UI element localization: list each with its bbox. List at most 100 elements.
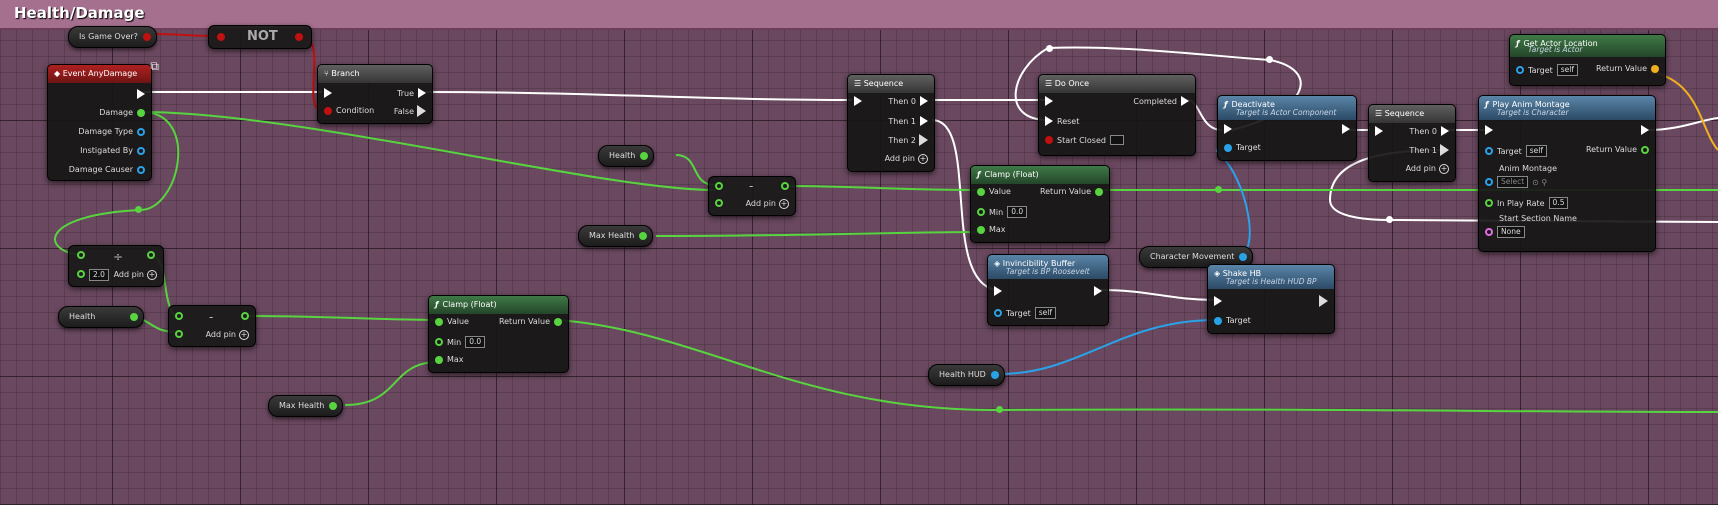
subtract-node-1[interactable]: - Add pin + <box>708 176 796 216</box>
play-rate-field[interactable]: 0.5 <box>1548 197 1569 209</box>
float-input-pin[interactable] <box>715 199 723 207</box>
condition-pin[interactable]: Condition <box>324 106 374 115</box>
invincibility-buffer-node[interactable]: ◈ Invincibility Buffer Target is BP Roose… <box>987 254 1109 326</box>
exec-input-pin[interactable] <box>1485 125 1493 135</box>
return-value-pin[interactable]: Return Value <box>1586 145 1649 154</box>
target-pin[interactable]: Target <box>1214 316 1251 325</box>
event-any-damage-node[interactable]: ◆ Event AnyDamage ⧉ Damage Damage Type I… <box>47 59 159 181</box>
exec-output-pin[interactable] <box>1094 286 1102 296</box>
anim-montage-pin[interactable]: Select ⊙ ⚲ <box>1485 176 1547 188</box>
float-output-pin[interactable] <box>640 152 649 160</box>
target-pin[interactable]: Target self <box>1485 145 1547 157</box>
max-health-getter-2[interactable]: Max Health <box>268 395 344 417</box>
target-pin[interactable]: Target self <box>1516 64 1578 76</box>
deactivate-node[interactable]: ƒ Deactivate Target is Actor Component Tar… <box>1217 95 1357 161</box>
reroute-node[interactable] <box>135 206 142 213</box>
sequence-node-2[interactable]: ☰ Sequence Then 0 Then 1 Add pin + <box>1368 104 1456 182</box>
browse-icon[interactable]: ⊙ ⚲ <box>1532 178 1547 187</box>
then-1-pin[interactable]: Then 1 <box>1409 144 1449 156</box>
float-input-pin[interactable] <box>175 330 183 338</box>
reroute-node[interactable] <box>996 406 1003 413</box>
reroute-node[interactable] <box>1215 186 1222 193</box>
damage-causer-pin[interactable]: Damage Causer <box>69 165 145 174</box>
false-output-pin[interactable]: False <box>394 105 426 117</box>
completed-pin[interactable]: Completed <box>1133 96 1189 106</box>
not-node[interactable]: NOT <box>208 25 312 49</box>
exec-output-pin[interactable] <box>1342 124 1350 134</box>
float-input-pin[interactable] <box>77 251 85 259</box>
exec-input-pin[interactable] <box>994 286 1002 296</box>
exec-output-pin[interactable] <box>137 89 145 99</box>
add-pin-button[interactable]: Add pin + <box>746 199 789 209</box>
is-game-over-getter[interactable]: Is Game Over? <box>68 26 157 48</box>
shake-hb-node[interactable]: ◈ Shake HB Target is Health HUD BP Target <box>1207 264 1335 334</box>
target-self-field[interactable]: self <box>1556 64 1578 76</box>
start-section-pin[interactable]: None <box>1485 226 1525 238</box>
return-value-pin[interactable]: Return Value <box>1596 64 1659 73</box>
reroute-node[interactable] <box>1046 45 1053 52</box>
start-section-field[interactable]: None <box>1497 226 1525 238</box>
exec-input-pin[interactable] <box>1375 126 1383 136</box>
damage-type-pin[interactable]: Damage Type <box>78 127 145 136</box>
blueprint-graph-canvas[interactable]: Health/Damage Is Game Over? NOT ◆ Event … <box>0 0 1718 505</box>
add-pin-button[interactable]: Add pin + <box>1406 164 1449 174</box>
then-2-pin[interactable]: Then 2 <box>888 134 928 146</box>
value-pin[interactable]: Value <box>977 187 1011 196</box>
health-hud-getter[interactable]: Health HUD <box>928 364 1005 386</box>
float-output-pin[interactable] <box>130 313 138 321</box>
then-1-pin[interactable]: Then 1 <box>888 116 928 126</box>
float-input-pin[interactable] <box>175 312 183 320</box>
float-output-pin[interactable] <box>329 402 338 410</box>
min-value-field[interactable]: 0.0 <box>1007 206 1028 218</box>
clamp-float-node-2[interactable]: ƒ Clamp (Float) Value Return Value Min 0.0… <box>428 295 569 373</box>
true-output-pin[interactable]: True <box>397 88 426 98</box>
float-output-pin[interactable] <box>781 182 789 190</box>
target-pin[interactable]: Target self <box>994 307 1056 319</box>
float-output-pin[interactable] <box>241 312 249 320</box>
add-pin-button[interactable]: Add pin + <box>885 154 928 164</box>
object-output-pin[interactable] <box>1239 253 1248 261</box>
exec-output-pin[interactable] <box>1641 125 1649 135</box>
reroute-node[interactable] <box>1266 56 1273 63</box>
bool-output-pin[interactable] <box>295 33 303 41</box>
exec-input-pin[interactable] <box>324 88 332 98</box>
anim-montage-select[interactable]: Select <box>1497 176 1529 188</box>
do-once-node[interactable]: ☰ Do Once Reset Start Closed Completed <box>1038 74 1196 156</box>
min-pin[interactable]: Min 0.0 <box>977 206 1028 218</box>
object-output-pin[interactable] <box>990 371 999 379</box>
then-0-pin[interactable]: Then 0 <box>1409 126 1449 136</box>
start-closed-pin[interactable]: Start Closed <box>1045 135 1124 145</box>
health-getter-1[interactable]: Health <box>598 145 655 167</box>
reroute-node[interactable] <box>1386 216 1393 223</box>
then-0-pin[interactable]: Then 0 <box>888 96 928 106</box>
bool-input-pin[interactable] <box>217 33 225 41</box>
target-self-field[interactable]: self <box>1034 307 1056 319</box>
instigated-by-pin[interactable]: Instigated By <box>80 146 145 155</box>
value-pin[interactable]: Value <box>435 317 469 326</box>
min-value-field[interactable]: 0.0 <box>465 336 486 348</box>
branch-node[interactable]: ⑂ Branch Condition True False <box>317 64 433 124</box>
exec-input-pin[interactable] <box>1214 296 1222 306</box>
exec-output-pin[interactable] <box>1319 295 1328 307</box>
min-pin[interactable]: Min 0.0 <box>435 336 486 348</box>
in-play-rate-pin[interactable]: In Play Rate 0.5 <box>1485 197 1569 209</box>
start-closed-checkbox[interactable] <box>1109 135 1124 145</box>
bool-output-pin[interactable] <box>142 33 151 41</box>
float-input-pin[interactable] <box>77 270 85 278</box>
exec-input-pin[interactable] <box>1045 96 1053 106</box>
float-output-pin[interactable] <box>147 251 155 259</box>
damage-output-pin[interactable]: Damage <box>99 108 145 117</box>
return-value-pin[interactable]: Return Value <box>499 317 562 326</box>
get-actor-location-node[interactable]: ƒ Get Actor Location Target is Actor Targe… <box>1509 34 1666 86</box>
max-health-getter-1[interactable]: Max Health <box>578 225 654 247</box>
target-self-field[interactable]: self <box>1525 145 1547 157</box>
max-pin[interactable]: Max <box>977 225 1006 234</box>
max-pin[interactable]: Max <box>435 355 464 364</box>
divide-node[interactable]: 2.0 ÷ Add pin + <box>68 245 164 287</box>
exec-input-pin[interactable] <box>1224 124 1232 134</box>
divisor-field[interactable]: 2.0 <box>89 269 109 281</box>
float-output-pin[interactable] <box>639 232 648 240</box>
target-pin[interactable]: Target <box>1224 143 1261 152</box>
reset-pin[interactable]: Reset <box>1045 116 1079 126</box>
exec-input-pin[interactable] <box>854 96 862 106</box>
